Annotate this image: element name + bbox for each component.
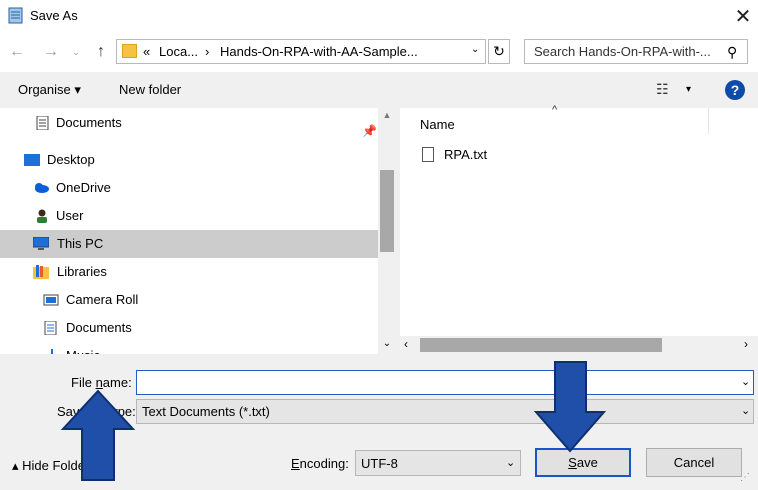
resize-grip[interactable]: ⋰ xyxy=(740,472,750,483)
help-icon[interactable]: ? xyxy=(725,80,745,100)
forward-button[interactable]: → xyxy=(40,40,62,64)
pin-icon: 📌 xyxy=(362,124,377,138)
column-header-name[interactable]: Name xyxy=(420,117,455,132)
sidebar-item-label: User xyxy=(56,208,84,223)
navigation-pane-scrollbar[interactable]: ▲ ⌄ xyxy=(378,108,396,354)
search-input[interactable]: Search Hands-On-RPA-with-... ⚲ xyxy=(524,39,748,64)
save-button[interactable]: Save xyxy=(535,448,631,477)
organise-button[interactable]: Organise ▾ xyxy=(18,82,81,98)
file-name-label: File name: xyxy=(71,375,132,390)
address-bar[interactable]: « Loca... › Hands-On-RPA-with-AA-Sample.… xyxy=(116,39,486,64)
file-list-horizontal-scrollbar[interactable]: ‹ › xyxy=(400,336,758,354)
up-folder-button[interactable]: ↑ xyxy=(92,40,110,64)
user-icon xyxy=(37,209,47,223)
sidebar-item-label: Camera Roll xyxy=(66,292,139,307)
refresh-button[interactable]: ↻ xyxy=(488,39,510,64)
breadcrumb-current-folder[interactable]: Hands-On-RPA-with-AA-Sample... xyxy=(220,44,418,59)
new-folder-button[interactable]: New folder xyxy=(119,82,181,97)
desktop-icon xyxy=(24,154,40,166)
scroll-right-icon[interactable]: › xyxy=(744,337,748,351)
file-name-input[interactable]: ⌄ xyxy=(136,370,754,395)
sidebar-item-onedrive[interactable]: OneDrive xyxy=(0,174,378,202)
label-accesskey: n xyxy=(95,375,103,390)
encoding-value: UTF-8 xyxy=(361,456,398,471)
sort-ascending-icon: ^ xyxy=(552,104,558,116)
save-as-type-value: Text Documents (*.txt) xyxy=(142,404,270,419)
hide-folders-button[interactable]: ▴ Hide Folders xyxy=(12,458,96,474)
label-accesskey: E xyxy=(291,456,300,471)
sidebar-item-libraries[interactable]: Libraries xyxy=(0,258,378,286)
label-part: ame: xyxy=(102,375,132,390)
sidebar-item-user[interactable]: User xyxy=(0,202,378,230)
computer-icon xyxy=(33,237,49,250)
save-as-type-label: Save as type: xyxy=(57,404,136,419)
camera-roll-icon xyxy=(43,294,59,306)
scroll-down-icon[interactable]: ⌄ xyxy=(378,338,396,349)
encoding-select[interactable]: UTF-8 ⌄ xyxy=(355,450,521,476)
sidebar-item-label: Documents xyxy=(56,115,122,130)
sidebar-item-label: Desktop xyxy=(47,152,95,167)
chevron-down-icon[interactable]: ⌄ xyxy=(741,375,750,388)
cloud-icon xyxy=(35,183,49,193)
sidebar-item-label: Music xyxy=(66,342,100,354)
sidebar-item-label: This PC xyxy=(57,236,104,251)
view-dropdown-icon[interactable]: ▾ xyxy=(686,84,691,95)
scrollbar-thumb[interactable] xyxy=(380,170,394,252)
sidebar-item-music[interactable]: Music xyxy=(0,342,378,354)
encoding-label: Encoding: xyxy=(291,456,349,471)
back-button[interactable]: ← xyxy=(6,40,28,64)
label-accesskey: S xyxy=(568,455,577,470)
search-icon[interactable]: ⚲ xyxy=(727,44,737,61)
label-part: ave xyxy=(576,455,598,470)
window-title: Save As xyxy=(30,8,78,23)
folder-icon xyxy=(122,44,137,58)
sidebar-item-this-pc[interactable]: This PC xyxy=(0,230,378,258)
breadcrumb-local[interactable]: Loca... xyxy=(159,44,198,59)
search-placeholder: Search Hands-On-RPA-with-... xyxy=(534,44,711,59)
sidebar-item-documents-library[interactable]: Documents xyxy=(0,314,378,342)
documents-icon xyxy=(36,116,49,130)
title-bar: Save As ✕ xyxy=(0,0,758,32)
notepad-icon xyxy=(8,7,23,24)
label-part: ncoding: xyxy=(299,456,349,471)
documents-icon xyxy=(44,321,57,335)
scroll-left-icon[interactable]: ‹ xyxy=(404,337,408,351)
sidebar-item-label: OneDrive xyxy=(56,180,111,195)
navigation-pane: Documents 📌 Desktop OneDrive User This P… xyxy=(0,108,396,354)
chevron-down-icon[interactable]: ⌄ xyxy=(741,404,750,417)
sidebar-item-label: Documents xyxy=(66,320,132,335)
close-button[interactable]: ✕ xyxy=(728,2,758,30)
label-part: File xyxy=(71,375,96,390)
view-options-icon[interactable]: ☷ xyxy=(656,81,669,98)
file-list-pane: ^ Name RPA.txt xyxy=(400,104,758,336)
chevron-down-icon[interactable]: ⌄ xyxy=(506,456,515,469)
column-divider[interactable] xyxy=(708,108,709,134)
text-file-icon xyxy=(422,147,434,162)
save-as-type-select[interactable]: Text Documents (*.txt) ⌄ xyxy=(136,399,754,424)
command-toolbar: Organise ▾ New folder ☷ ▾ ? xyxy=(0,72,758,109)
sidebar-item-camera-roll[interactable]: Camera Roll xyxy=(0,286,378,314)
breadcrumb-overflow[interactable]: « xyxy=(143,44,150,59)
breadcrumb-separator[interactable]: › xyxy=(205,44,209,59)
address-dropdown-icon[interactable]: ⌄ xyxy=(471,44,479,55)
cancel-button[interactable]: Cancel xyxy=(646,448,742,477)
sidebar-item-label: Libraries xyxy=(57,264,107,279)
sidebar-item-desktop[interactable]: Desktop xyxy=(0,146,378,174)
scrollbar-thumb[interactable] xyxy=(420,338,662,352)
recent-locations-button[interactable]: ⌄ xyxy=(68,42,84,62)
file-name: RPA.txt xyxy=(444,147,488,162)
sidebar-item-documents-quick[interactable]: Documents 📌 xyxy=(0,109,378,138)
libraries-icon xyxy=(33,265,49,279)
scroll-up-icon[interactable]: ▲ xyxy=(378,110,396,120)
